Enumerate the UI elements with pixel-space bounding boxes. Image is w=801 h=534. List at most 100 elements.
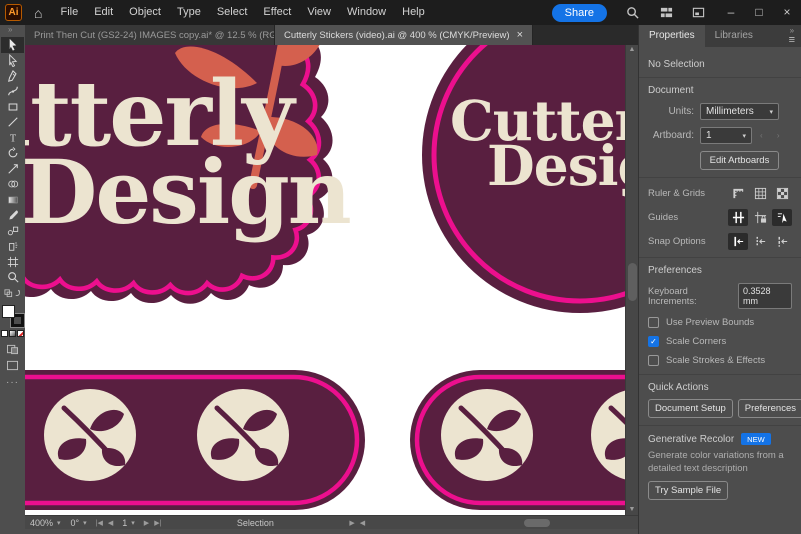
toolbar-grip-icon[interactable]: »⋯	[8, 25, 17, 37]
none-button[interactable]	[17, 330, 24, 337]
close-tab-icon[interactable]: ×	[517, 29, 523, 41]
panel-menu-icon[interactable]: ≡	[789, 35, 795, 46]
tab-properties[interactable]: Properties	[639, 25, 705, 47]
units-dropdown[interactable]: Millimeters ▾	[700, 103, 779, 120]
color-button[interactable]	[1, 330, 8, 337]
menu-help[interactable]: Help	[394, 0, 433, 25]
rotation-dropdown[interactable]: 0° ▾	[66, 517, 92, 529]
fill-swatch[interactable]	[2, 305, 15, 318]
share-button[interactable]: Share	[552, 4, 607, 22]
snap-to-grid-icon[interactable]	[750, 233, 770, 250]
shape-builder-tool[interactable]	[1, 177, 24, 193]
scroll-left-icon[interactable]: ▶	[349, 519, 354, 527]
toolbar-widget-icons[interactable]	[1, 285, 24, 301]
pen-tool[interactable]	[1, 68, 24, 84]
units-value: Millimeters	[706, 106, 754, 117]
vertical-scroll-thumb[interactable]	[628, 263, 637, 301]
line-segment-tool[interactable]	[1, 115, 24, 131]
scale-strokes-effects-checkbox[interactable]	[648, 355, 659, 366]
direct-selection-tool[interactable]	[1, 53, 24, 69]
rotate-tool[interactable]	[1, 146, 24, 162]
illustrator-app-icon[interactable]: Ai	[5, 4, 22, 21]
checkbox-label: Scale Strokes & Effects	[666, 355, 765, 366]
gradient-tool[interactable]	[1, 192, 24, 208]
menu-file[interactable]: File	[52, 0, 86, 25]
edit-artboards-button[interactable]: Edit Artboards	[700, 151, 779, 170]
scroll-right-icon[interactable]: ◀	[360, 519, 365, 527]
scale-corners-row[interactable]: ✓ Scale Corners	[648, 336, 792, 347]
type-tool[interactable]: T	[1, 130, 24, 146]
horizontal-scroll-thumb[interactable]	[524, 519, 550, 527]
preferences-button[interactable]: Preferences	[738, 399, 801, 418]
minimize-button[interactable]: –	[717, 0, 745, 25]
scroll-up-icon[interactable]: ▲	[629, 45, 636, 55]
screen-mode-icon[interactable]	[6, 358, 19, 372]
transparency-grid-icon[interactable]	[772, 185, 792, 202]
generative-recolor-description: Generate color variations from a detaile…	[648, 450, 792, 476]
vertical-scrollbar[interactable]: ▲ ▼	[625, 45, 638, 515]
workspace-switcher-icon[interactable]	[653, 6, 679, 19]
pill-sticker-left[interactable]	[25, 370, 365, 510]
artboard-prev-next-icons[interactable]: ‹ ›	[760, 131, 786, 140]
checkbox-label: Scale Corners	[666, 336, 726, 347]
zoom-level-dropdown[interactable]: 400% ▾	[25, 517, 66, 529]
next-artboard-icon[interactable]: ▶	[144, 519, 149, 527]
show-rulers-icon[interactable]	[728, 185, 748, 202]
try-sample-file-button[interactable]: Try Sample File	[648, 481, 728, 500]
show-grid-icon[interactable]	[750, 185, 770, 202]
document-tab-active[interactable]: Cutterly Stickers (video).ai @ 400 % (CM…	[275, 25, 533, 45]
menu-select[interactable]: Select	[209, 0, 256, 25]
quick-actions-heading: Quick Actions	[648, 382, 792, 393]
scale-tool[interactable]	[1, 161, 24, 177]
zoom-tool[interactable]	[1, 270, 24, 286]
gradient-button[interactable]	[9, 330, 16, 337]
last-artboard-icon[interactable]: ▶|	[154, 519, 161, 527]
curvature-tool[interactable]	[1, 84, 24, 100]
first-artboard-icon[interactable]: |◀	[96, 519, 103, 527]
fill-stroke-swatches[interactable]	[2, 305, 24, 327]
artboard-canvas[interactable]: Cutterly Design Cutterly Design	[25, 45, 625, 515]
eyedropper-tool[interactable]	[1, 208, 24, 224]
smart-guides-icon[interactable]	[772, 209, 792, 226]
home-icon[interactable]: ⌂	[34, 5, 42, 21]
menu-object[interactable]: Object	[121, 0, 169, 25]
menu-window[interactable]: Window	[339, 0, 394, 25]
scale-strokes-effects-row[interactable]: Scale Strokes & Effects	[648, 355, 792, 366]
scroll-down-icon[interactable]: ▼	[629, 505, 636, 515]
collapse-panel-icon[interactable]: »	[790, 27, 794, 34]
scale-corners-checkbox[interactable]: ✓	[648, 336, 659, 347]
draw-mode-icon[interactable]	[6, 342, 19, 356]
snap-to-glyph-icon[interactable]	[772, 233, 792, 250]
menu-effect[interactable]: Effect	[255, 0, 299, 25]
badge-sticker[interactable]: Cutterly Design	[25, 45, 350, 304]
horizontal-scrollbar[interactable]	[373, 518, 634, 528]
use-preview-bounds-row[interactable]: Use Preview Bounds	[648, 317, 792, 328]
circle-sticker[interactable]: Cutterly Design	[422, 45, 625, 313]
symbol-sprayer-tool[interactable]	[1, 239, 24, 255]
use-preview-bounds-checkbox[interactable]	[648, 317, 659, 328]
pill-sticker-right[interactable]	[410, 370, 625, 510]
keyboard-increments-input[interactable]: 0.3528 mm	[738, 283, 792, 309]
menu-type[interactable]: Type	[169, 0, 209, 25]
document-setup-button[interactable]: Document Setup	[648, 399, 733, 418]
blend-tool[interactable]	[1, 223, 24, 239]
previous-artboard-icon[interactable]: ◀	[108, 519, 113, 527]
menu-edit[interactable]: Edit	[86, 0, 121, 25]
show-guides-icon[interactable]	[728, 209, 748, 226]
search-icon[interactable]	[619, 6, 645, 19]
selection-tool[interactable]	[1, 37, 24, 53]
snap-to-point-icon[interactable]	[728, 233, 748, 250]
arrange-documents-icon[interactable]	[685, 6, 711, 19]
maximize-button[interactable]: □	[745, 0, 773, 25]
edit-toolbar-icon[interactable]: ···	[6, 377, 19, 388]
chevron-down-icon: ▾	[742, 132, 746, 140]
artboard-navigation-dropdown[interactable]: 1 ▾	[117, 517, 140, 529]
tab-libraries[interactable]: Libraries	[705, 25, 763, 47]
document-tab-inactive[interactable]: Print Then Cut (GS2-24) IMAGES copy.ai* …	[25, 25, 275, 45]
artboard-dropdown[interactable]: 1 ▾	[700, 127, 752, 144]
rectangle-tool[interactable]	[1, 99, 24, 115]
menu-view[interactable]: View	[299, 0, 339, 25]
close-window-button[interactable]: ×	[773, 0, 801, 25]
lock-guides-icon[interactable]	[750, 209, 770, 226]
artboard-tool[interactable]	[1, 254, 24, 270]
